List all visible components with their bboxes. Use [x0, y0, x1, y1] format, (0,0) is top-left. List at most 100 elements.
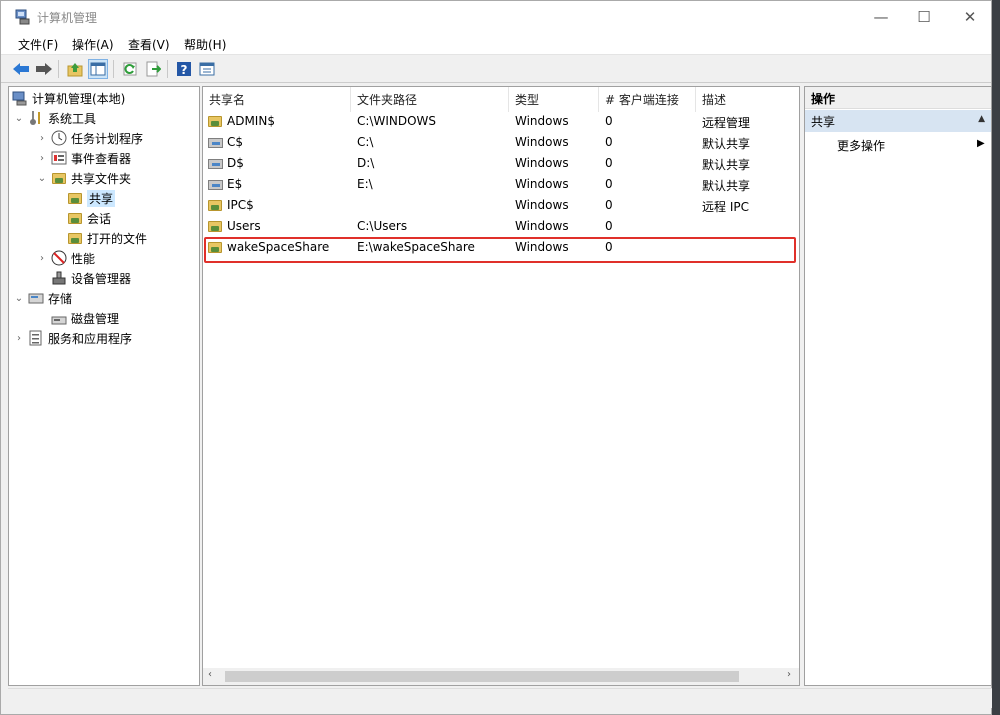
cell-desc: 远程管理 — [702, 116, 751, 130]
export-list-button[interactable] — [143, 59, 163, 79]
services-icon — [28, 330, 44, 346]
properties-icon — [199, 62, 215, 76]
up-level-button[interactable] — [65, 59, 85, 79]
cell-type: Windows — [515, 219, 569, 233]
cell-name: E$ — [227, 177, 243, 191]
chevron-down-icon[interactable]: ⌄ — [12, 293, 26, 304]
sort-ascending-icon: ^ — [273, 86, 281, 94]
menu-action[interactable]: 操作(A) — [72, 36, 114, 53]
shared-folder-icon — [67, 230, 83, 246]
tree-label: 存储 — [48, 291, 73, 306]
chevron-down-icon[interactable]: ⌄ — [35, 173, 49, 184]
cell-type: Windows — [515, 177, 569, 191]
device-manager-icon — [51, 270, 67, 286]
scroll-left-icon[interactable]: ‹ — [208, 669, 212, 680]
more-actions-item[interactable]: 更多操作 — [837, 137, 885, 154]
shared-drive-icon — [208, 137, 223, 151]
minimize-button[interactable]: — — [858, 1, 904, 33]
help-button[interactable]: ? — [174, 59, 194, 79]
tree-item-device-manager[interactable]: 设备管理器 — [51, 268, 131, 288]
tree-label: 系统工具 — [48, 111, 97, 126]
table-row[interactable]: D$ D:\ Windows 0 默认共享 — [203, 154, 799, 175]
actions-section-shares[interactable]: 共享 ▲ — [805, 110, 991, 132]
scrollbar-thumb[interactable] — [225, 671, 739, 682]
cell-type: Windows — [515, 198, 569, 212]
cell-path: C:\WINDOWS — [357, 114, 437, 128]
maximize-button[interactable]: ☐ — [901, 1, 947, 33]
table-row[interactable]: ADMIN$ C:\WINDOWS Windows 0 远程管理 — [203, 112, 799, 133]
computer-management-window: 计算机管理 — ☐ ✕ 文件(F) 操作(A) 查看(V) 帮助(H) ? 计算… — [0, 0, 992, 715]
cell-type: Windows — [515, 156, 569, 170]
back-button[interactable] — [11, 59, 31, 79]
cell-clients: 0 — [605, 156, 613, 170]
tree-item-system-tools[interactable]: ⌄ 系统工具 — [12, 108, 96, 128]
scroll-right-icon[interactable]: › — [787, 669, 791, 680]
tree-label: 服务和应用程序 — [48, 331, 133, 346]
horizontal-scrollbar[interactable]: ‹ › — [203, 668, 799, 685]
tree-item-performance[interactable]: › 性能 — [35, 248, 95, 268]
menu-file[interactable]: 文件(F) — [18, 36, 58, 53]
toolbar: ? — [1, 56, 991, 83]
shared-folder-icon — [208, 221, 222, 235]
cell-type: Windows — [515, 114, 569, 128]
tree-item-open-files[interactable]: 打开的文件 — [67, 228, 147, 248]
chevron-right-icon[interactable]: › — [35, 253, 49, 264]
tree-label: 事件查看器 — [71, 151, 132, 166]
shared-folder-icon — [67, 190, 83, 206]
cell-name: Users — [227, 219, 261, 233]
cell-desc: 默认共享 — [702, 179, 751, 193]
svg-text:?: ? — [181, 63, 188, 77]
event-viewer-icon — [51, 150, 67, 166]
performance-icon — [51, 250, 67, 266]
tree-item-task-scheduler[interactable]: › 任务计划程序 — [35, 128, 143, 148]
chevron-down-icon[interactable]: ⌄ — [12, 113, 26, 124]
properties-button[interactable] — [197, 59, 217, 79]
highlight-box — [204, 237, 796, 263]
tree-item-shares[interactable]: 共享 — [67, 188, 116, 208]
tree-item-shared-folders[interactable]: ⌄ 共享文件夹 — [35, 168, 131, 188]
maximize-icon: ☐ — [917, 8, 931, 26]
collapse-up-icon[interactable]: ▲ — [978, 114, 985, 124]
shared-folder-icon — [208, 116, 222, 130]
table-row[interactable]: Users C:\Users Windows 0 — [203, 217, 799, 238]
show-hide-tree-icon — [90, 62, 106, 76]
tree-item-storage[interactable]: ⌄ 存储 — [12, 288, 72, 308]
column-header-description[interactable]: 描述 — [696, 87, 799, 112]
tree-item-services-apps[interactable]: › 服务和应用程序 — [12, 328, 132, 348]
refresh-button[interactable] — [120, 59, 140, 79]
close-icon: ✕ — [963, 8, 977, 26]
tree-item-computer-management[interactable]: 计算机管理(本地) — [12, 88, 125, 108]
tree-item-disk-management[interactable]: 磁盘管理 — [51, 308, 119, 328]
cell-desc: 默认共享 — [702, 137, 751, 151]
shares-list-view: 共享名 ^ 文件夹路径 类型 # 客户端连接 描述 ADMIN$ C:\WINDO… — [202, 86, 800, 686]
column-header-folder-path[interactable]: 文件夹路径 — [351, 87, 509, 112]
table-row[interactable]: C$ C:\ Windows 0 默认共享 — [203, 133, 799, 154]
column-header-type[interactable]: 类型 — [509, 87, 599, 112]
table-row[interactable]: E$ E:\ Windows 0 默认共享 — [203, 175, 799, 196]
menu-view[interactable]: 查看(V) — [128, 36, 170, 53]
tree-label: 性能 — [71, 251, 96, 266]
tree-item-sessions[interactable]: 会话 — [67, 208, 111, 228]
forward-button[interactable] — [34, 59, 54, 79]
disk-management-icon — [51, 310, 67, 326]
close-button[interactable]: ✕ — [947, 1, 993, 33]
chevron-right-icon[interactable]: › — [12, 333, 26, 344]
shared-drive-icon — [208, 179, 223, 193]
submenu-arrow-icon[interactable]: ▶ — [977, 138, 985, 149]
chevron-right-icon[interactable]: › — [35, 153, 49, 164]
menu-help[interactable]: 帮助(H) — [184, 36, 226, 53]
cell-desc: 默认共享 — [702, 158, 751, 172]
show-hide-tree-button[interactable] — [88, 59, 108, 79]
cell-path: E:\ — [357, 177, 373, 191]
forward-arrow-icon — [36, 63, 52, 75]
chevron-right-icon[interactable]: › — [35, 133, 49, 144]
column-header-share-name[interactable]: 共享名 ^ — [203, 87, 351, 112]
column-header-client-connections[interactable]: # 客户端连接 — [599, 87, 696, 112]
desktop-background — [992, 0, 1000, 715]
storage-icon — [28, 290, 44, 306]
menu-bar: 文件(F) 操作(A) 查看(V) 帮助(H) — [1, 33, 991, 55]
refresh-icon — [123, 62, 137, 76]
actions-pane: 操作 共享 ▲ 更多操作 ▶ — [804, 86, 992, 686]
tree-item-event-viewer[interactable]: › 事件查看器 — [35, 148, 131, 168]
table-row[interactable]: IPC$ Windows 0 远程 IPC — [203, 196, 799, 217]
